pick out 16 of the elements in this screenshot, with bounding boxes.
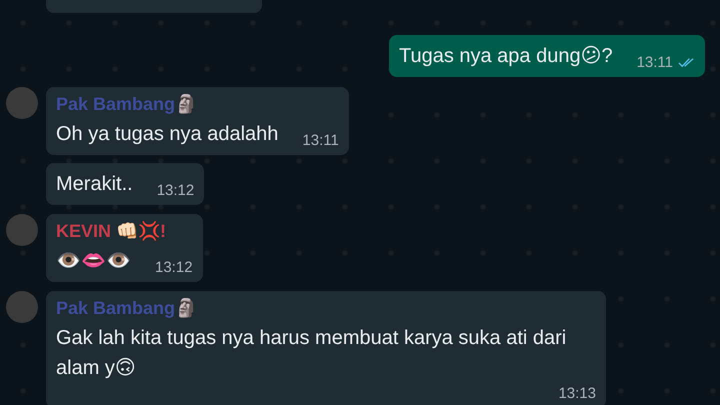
message-text: Oh ya tugas nya adalahh [56, 122, 278, 147]
message-text: 👁👄👁 [56, 249, 131, 274]
sender-name[interactable]: KEVIN 👊🏻💢! [56, 220, 193, 242]
sender-name[interactable]: Pak Bambang🗿 [56, 297, 596, 319]
message-time: 13:11 [302, 132, 339, 149]
avatar[interactable] [6, 214, 38, 246]
sender-name[interactable]: Pak Bambang🗿 [56, 93, 339, 115]
message-time: 13:12 [155, 259, 193, 276]
message-text: Tugas nya apa dung😕? [398, 44, 613, 69]
message-time: 13:13 [558, 385, 596, 402]
message-text: Merakit.. [56, 172, 133, 197]
message-time: 13:12 [156, 182, 194, 199]
avatar[interactable] [6, 291, 38, 323]
avatar[interactable] [6, 87, 38, 119]
message-time: 13:11 [636, 54, 673, 71]
message-text: Gak lah kita tugas nya harus membuat karya suka ati dari alam y🙃 [56, 326, 568, 381]
